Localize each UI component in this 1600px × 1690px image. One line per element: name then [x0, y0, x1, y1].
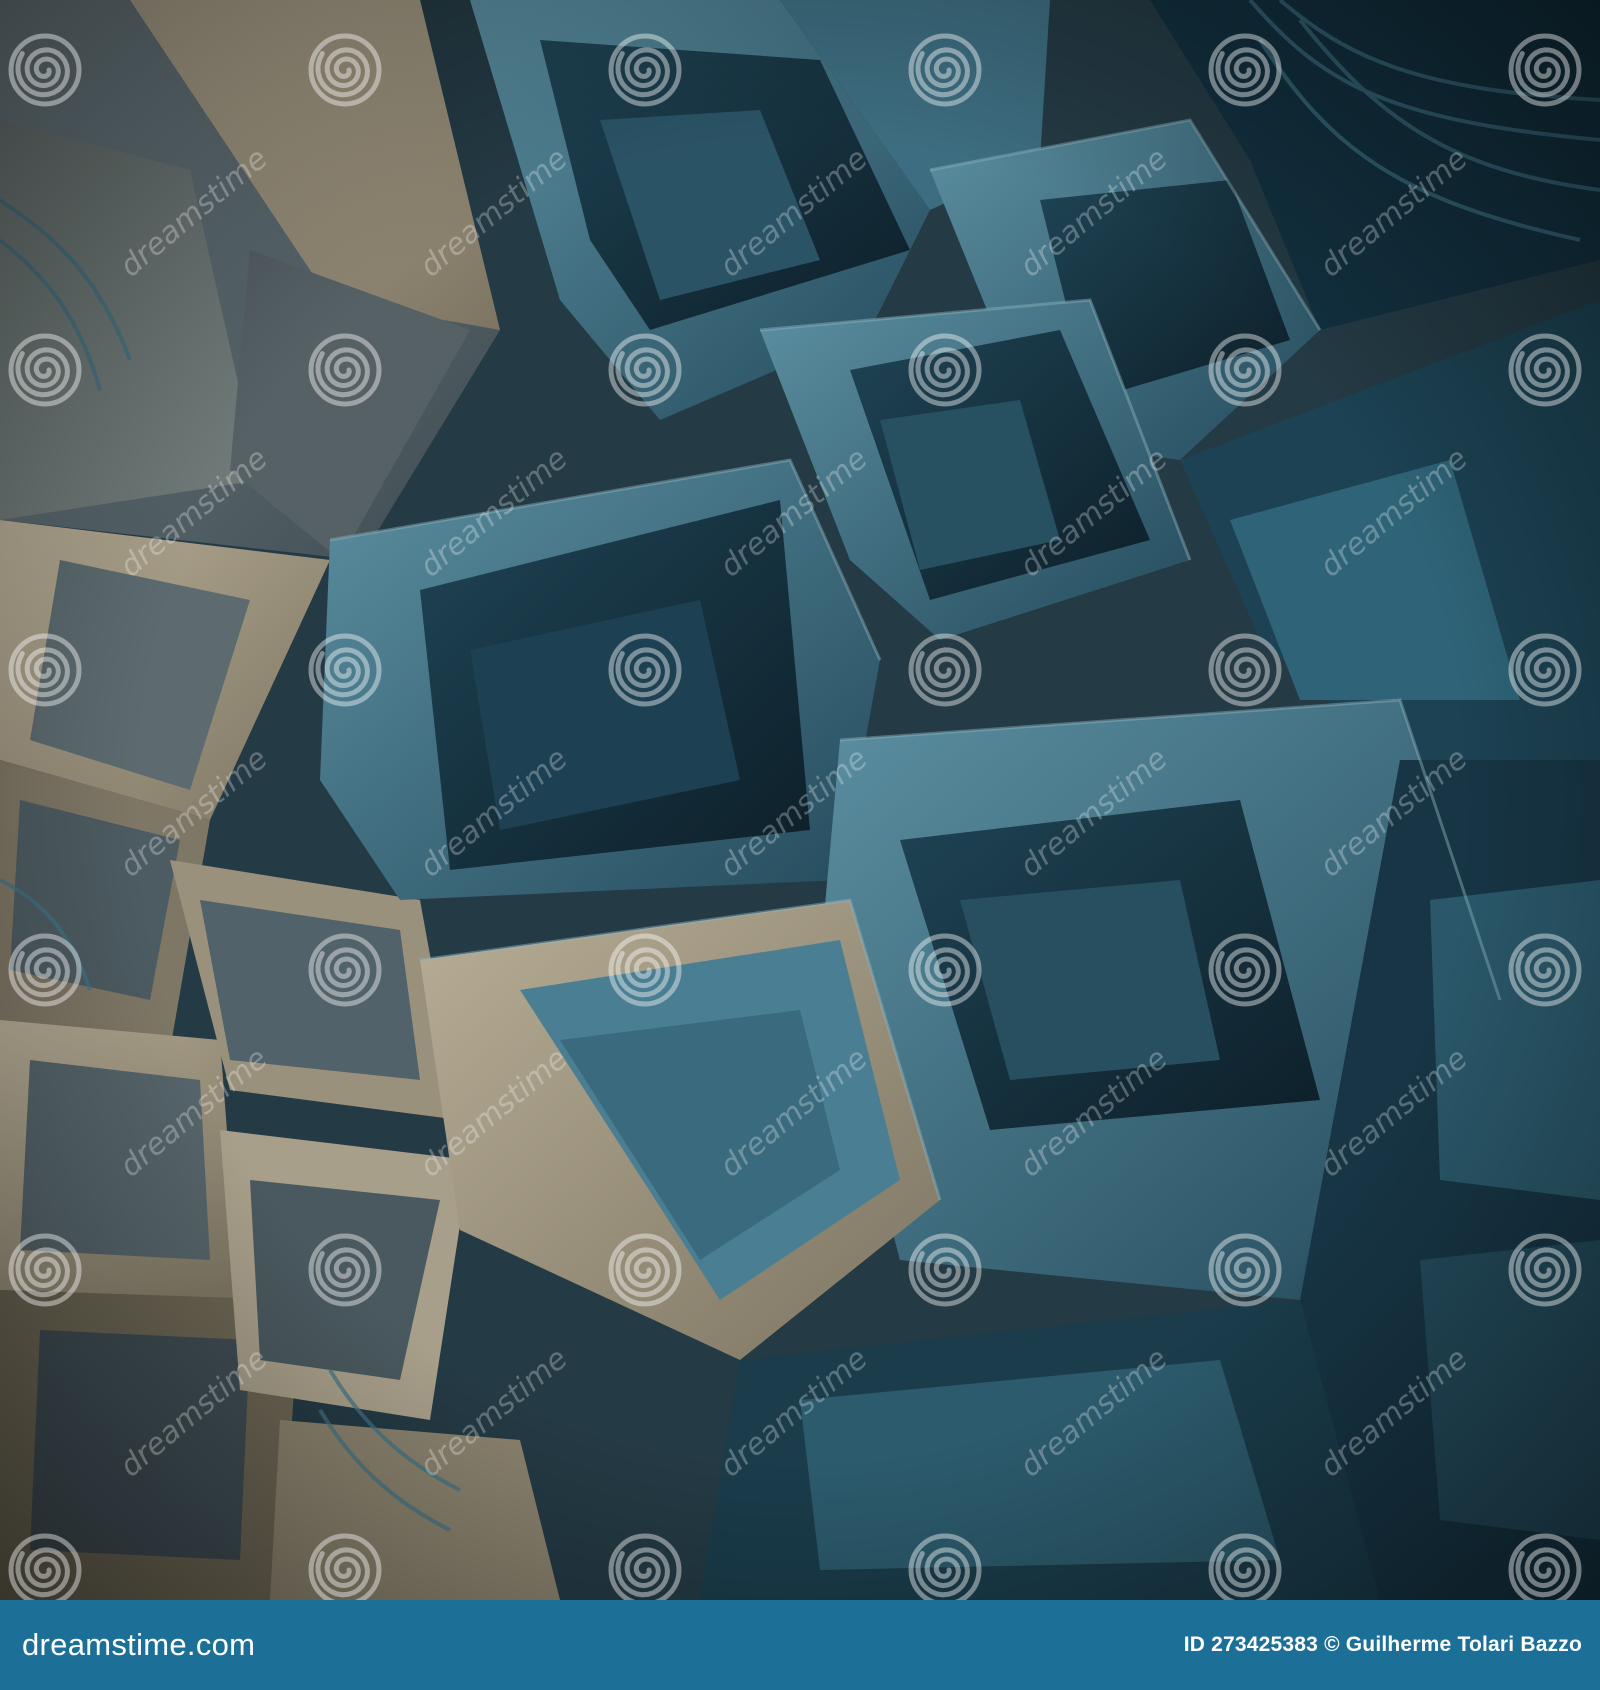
- stock-footer-bar: dreamstime.com ID 273425383 © Guilherme …: [0, 1600, 1600, 1690]
- stock-photo: dreamstime dreamstime dreamstime dreamstime…: [0, 0, 1600, 1690]
- dreamstime-brand-text[interactable]: dreamstime.com: [22, 1627, 255, 1663]
- image-id-credit: ID 273425383 © Guilherme Tolari Bazzo: [1183, 1633, 1582, 1656]
- abstract-geometric-relief-image: dreamstime dreamstime dreamstime dreamstime…: [0, 0, 1600, 1600]
